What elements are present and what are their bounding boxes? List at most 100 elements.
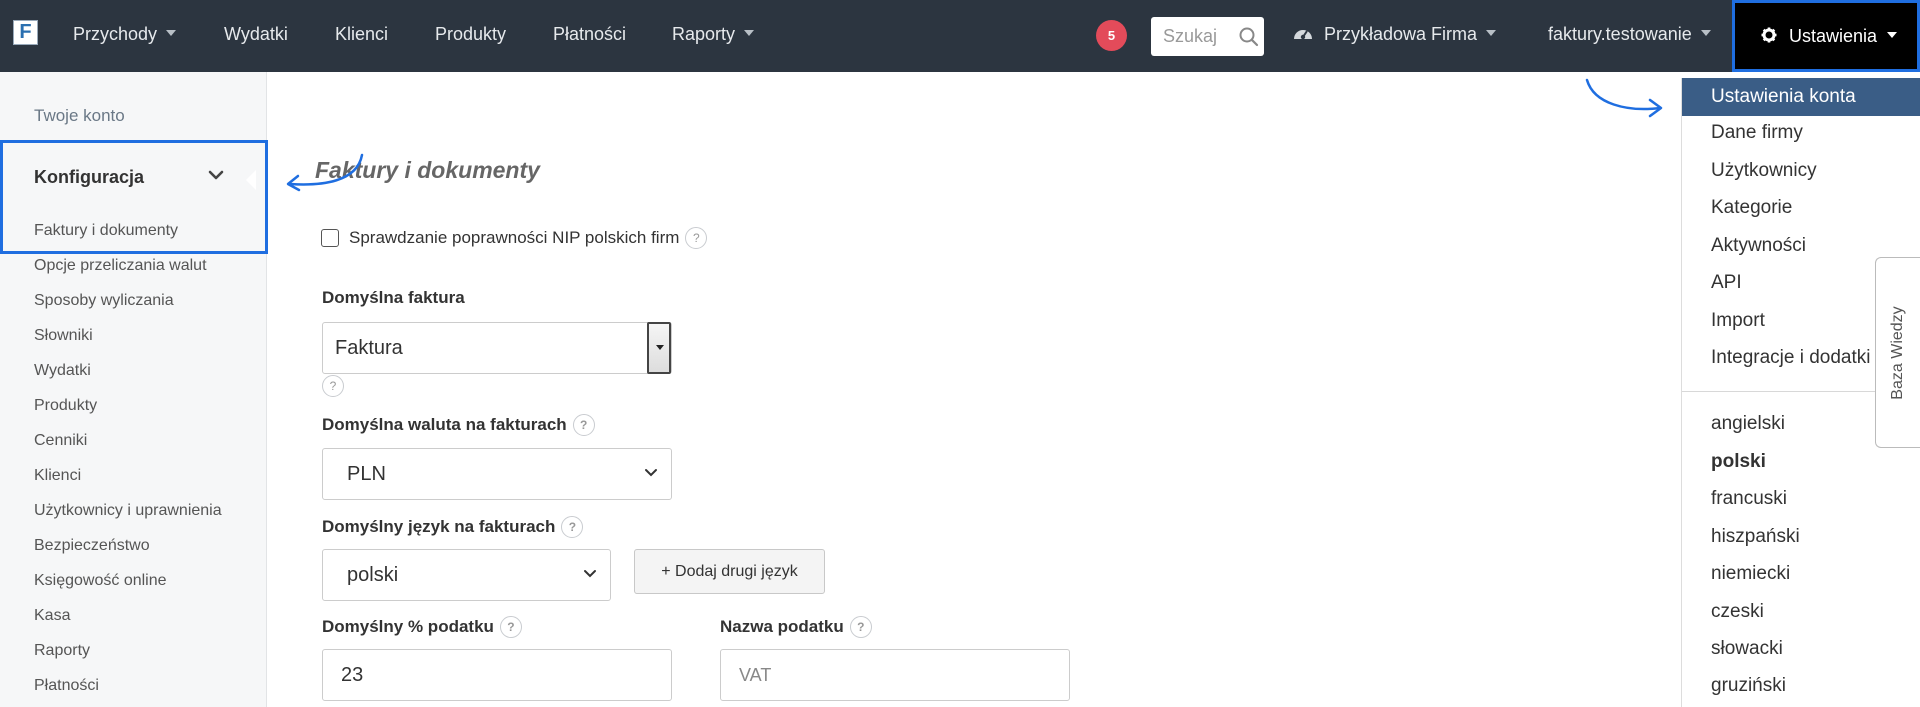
nav-label: Płatności	[553, 24, 627, 44]
menu-lang-french[interactable]: francuski	[1711, 488, 1787, 510]
default-tax-input[interactable]: 23	[322, 649, 672, 701]
menu-lang-czech[interactable]: czeski	[1711, 601, 1764, 623]
sidebar-item-cenniki[interactable]: Cenniki	[34, 432, 87, 450]
nav-raporty[interactable]: Raporty	[672, 0, 755, 72]
search-icon[interactable]	[1238, 26, 1260, 48]
nip-check-checkbox[interactable]	[321, 229, 339, 247]
help-icon[interactable]: ?	[849, 616, 872, 638]
settings-label: Ustawienia	[1789, 26, 1878, 46]
dashboard-gauge-icon	[1294, 30, 1312, 40]
sidebar-item-uzytkownicy[interactable]: Użytkownicy i uprawnienia	[34, 502, 222, 520]
menu-lang-german[interactable]: niemiecki	[1711, 563, 1790, 585]
sidebar-item-ksiegowosc[interactable]: Księgowość online	[34, 572, 167, 590]
caret-down-icon	[1486, 30, 1497, 37]
menu-item-users[interactable]: Użytkownicy	[1711, 160, 1817, 182]
nav-przychody[interactable]: Przychody	[73, 0, 177, 72]
default-invoice-label: Domyślna faktura	[322, 288, 465, 307]
sidebar-item-wydatki[interactable]: Wydatki	[34, 362, 91, 380]
menu-lang-polish[interactable]: polski	[1711, 451, 1766, 473]
sidebar-item-produkty[interactable]: Produkty	[34, 397, 97, 415]
settings-menu-button[interactable]: Ustawienia	[1732, 0, 1920, 72]
sidebar-item-raporty[interactable]: Raporty	[34, 642, 90, 660]
annotation-arrow-icon	[1585, 78, 1663, 118]
nav-wydatki[interactable]: Wydatki	[224, 0, 288, 72]
caret-down-icon	[1700, 30, 1711, 37]
menu-lang-georgian[interactable]: gruziński	[1711, 675, 1786, 697]
sidebar-account-link[interactable]: Twoje konto	[34, 106, 125, 126]
sidebar-item-klienci[interactable]: Klienci	[34, 467, 81, 485]
annotation-arrow-icon	[286, 153, 364, 192]
default-language-select[interactable]: polski	[322, 549, 611, 601]
notifications-badge[interactable]: 5	[1096, 20, 1127, 51]
sidebar-item-bezpieczenstwo[interactable]: Bezpieczeństwo	[34, 537, 150, 555]
knowledge-base-tab[interactable]: Baza Wiedzy	[1875, 257, 1920, 448]
app-logo[interactable]: F	[13, 20, 38, 45]
tax-name-label: Nazwa podatku ?	[720, 616, 872, 638]
default-language-value: polski	[347, 564, 399, 586]
nav-label: Produkty	[435, 24, 507, 44]
company-switcher[interactable]: Przykładowa Firma	[1292, 0, 1497, 72]
nip-check-row: Sprawdzanie poprawności NIP polskich fir…	[321, 227, 708, 249]
help-icon[interactable]: ?	[685, 227, 708, 249]
active-item-pointer	[246, 170, 256, 190]
menu-item-activities[interactable]: Aktywności	[1711, 235, 1806, 257]
default-tax-label: Domyślny % podatku ?	[322, 616, 522, 638]
select-toggle-button[interactable]	[647, 322, 671, 374]
menu-item-company-data[interactable]: Dane firmy	[1711, 122, 1803, 144]
tax-name-label-text: Nazwa podatku	[720, 617, 844, 636]
help-icon[interactable]: ?	[499, 616, 522, 638]
menu-item-categories[interactable]: Kategorie	[1711, 197, 1792, 219]
caret-down-icon	[1887, 32, 1898, 39]
default-currency-label-text: Domyślna waluta na fakturach	[322, 415, 567, 434]
default-currency-value: PLN	[347, 463, 386, 485]
sidebar-item-faktury[interactable]: Faktury i dokumenty	[34, 222, 178, 240]
nav-label: Przychody	[73, 24, 158, 44]
nav-label: Raporty	[672, 24, 736, 44]
sidebar-item-slowniki[interactable]: Słowniki	[34, 327, 93, 345]
top-navbar: F Przychody Wydatki Klienci Produkty Pła…	[0, 0, 1920, 72]
search-box	[1151, 17, 1264, 56]
account-switcher[interactable]: faktury.testowanie	[1548, 0, 1711, 72]
sidebar-item-platnosci[interactable]: Płatności	[34, 677, 99, 695]
help-icon[interactable]: ?	[572, 414, 595, 436]
company-name: Przykładowa Firma	[1324, 24, 1478, 44]
nav-platnosci[interactable]: Płatności	[553, 0, 626, 72]
chevron-down-icon	[645, 469, 657, 477]
default-tax-label-text: Domyślny % podatku	[322, 617, 494, 636]
sidebar: Twoje konto Konfiguracja Faktury i dokum…	[0, 72, 268, 707]
menu-lang-spanish[interactable]: hiszpański	[1711, 526, 1800, 548]
add-second-language-button[interactable]: + Dodaj drugi język	[634, 549, 825, 594]
tax-name-input[interactable]: VAT	[720, 649, 1070, 701]
sidebar-item-wyliczanie[interactable]: Sposoby wyliczania	[34, 292, 174, 310]
default-currency-label: Domyślna waluta na fakturach ?	[322, 414, 595, 436]
menu-item-integrations[interactable]: Integracje i dodatki	[1711, 347, 1871, 369]
nav-label: Wydatki	[224, 24, 288, 44]
nav-klienci[interactable]: Klienci	[335, 0, 388, 72]
default-language-label: Domyślny język na fakturach ?	[322, 516, 584, 538]
menu-lang-slovak[interactable]: słowacki	[1711, 638, 1783, 660]
nav-label: Klienci	[335, 24, 389, 44]
default-invoice-value: Faktura	[335, 337, 403, 359]
chevron-down-icon[interactable]	[208, 169, 224, 181]
caret-down-icon	[744, 30, 755, 37]
help-icon[interactable]: ?	[322, 375, 344, 397]
menu-item-import[interactable]: Import	[1711, 310, 1765, 332]
chevron-down-icon	[584, 570, 596, 578]
search-input[interactable]	[1163, 25, 1233, 47]
nav-produkty[interactable]: Produkty	[435, 0, 506, 72]
account-name: faktury.testowanie	[1548, 24, 1692, 44]
default-currency-select[interactable]: PLN	[322, 448, 672, 500]
sidebar-item-kasa[interactable]: Kasa	[34, 607, 70, 625]
sidebar-item-waluty[interactable]: Opcje przeliczania walut	[34, 257, 207, 275]
menu-item-account-settings[interactable]: Ustawienia konta	[1682, 78, 1920, 116]
nip-check-label: Sprawdzanie poprawności NIP polskich fir…	[349, 228, 680, 247]
default-invoice-select[interactable]: Faktura	[322, 322, 672, 374]
knowledge-base-label: Baza Wiedzy	[1889, 305, 1906, 400]
default-language-label-text: Domyślny język na fakturach	[322, 517, 556, 536]
sidebar-section-title: Konfiguracja	[34, 167, 145, 187]
gear-icon	[1761, 27, 1777, 43]
caret-down-icon	[166, 30, 177, 37]
help-icon[interactable]: ?	[561, 516, 584, 538]
menu-lang-english[interactable]: angielski	[1711, 413, 1785, 435]
menu-item-api[interactable]: API	[1711, 272, 1742, 294]
